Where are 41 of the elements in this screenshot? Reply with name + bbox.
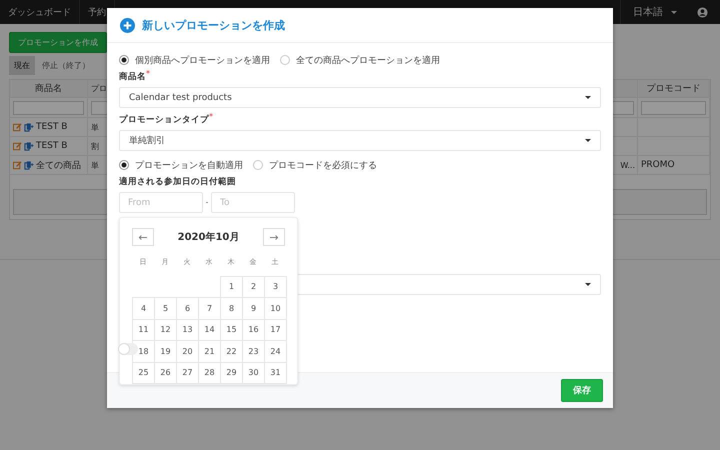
tab[interactable]: 現在 (9, 56, 35, 75)
filter-field[interactable] (13, 100, 84, 114)
calendar-day[interactable]: 25 (132, 362, 155, 384)
radio-option[interactable]: 個別商品へプロモーションを適用 (119, 54, 270, 66)
table-cell: TEST B (36, 122, 68, 132)
date-to-field[interactable]: To (211, 192, 295, 213)
tab[interactable]: 停止（終了） (37, 56, 95, 75)
dialog-title: 新しいプロモーションを作成 (142, 18, 285, 32)
month-title: 2020年10月 (178, 230, 240, 244)
field-label: 適用される参加日の日付範囲 (119, 176, 236, 188)
field-label: 商品名 (119, 71, 146, 83)
edit-icon[interactable] (13, 122, 22, 132)
calendar-day[interactable]: 1 (220, 276, 243, 298)
column-header: プロモコード (638, 80, 710, 97)
table-cell-text: 全ての商品 (36, 160, 81, 172)
required-mark: * (209, 112, 213, 121)
next-month-button[interactable]: → (263, 228, 285, 246)
user-icon[interactable] (697, 6, 708, 18)
table-cell: TEST B (36, 141, 68, 151)
calendar-day[interactable]: 3 (264, 276, 287, 298)
calendar-day[interactable]: 4 (132, 297, 155, 320)
filter-field[interactable] (641, 100, 706, 114)
radio-option[interactable]: プロモーションを自動適用 (119, 158, 243, 172)
calendar-day[interactable]: 31 (264, 362, 287, 384)
edit-icon[interactable] (13, 160, 22, 170)
radio-option[interactable]: 全ての商品へプロモーションを適用 (280, 54, 440, 66)
required-mark: * (146, 69, 150, 78)
date-from-field[interactable]: From (119, 192, 203, 213)
column-header: 商品名 (10, 80, 88, 97)
copy-icon[interactable] (24, 142, 34, 150)
add-circle-icon (120, 18, 135, 32)
toggle-switch[interactable] (118, 343, 138, 355)
copy-icon[interactable] (24, 122, 34, 132)
table-cell: W... (620, 160, 635, 170)
previous-month-button[interactable]: ← (132, 228, 154, 246)
radio-option[interactable]: プロモコードを必須にする (253, 158, 377, 172)
promotion-type-select[interactable]: 単純割引 (119, 130, 601, 151)
edit-icon[interactable] (13, 142, 22, 150)
copy-icon[interactable] (24, 160, 34, 170)
product-select[interactable]: Calendar test products (119, 87, 601, 108)
table-cell: PROMO (641, 160, 675, 170)
